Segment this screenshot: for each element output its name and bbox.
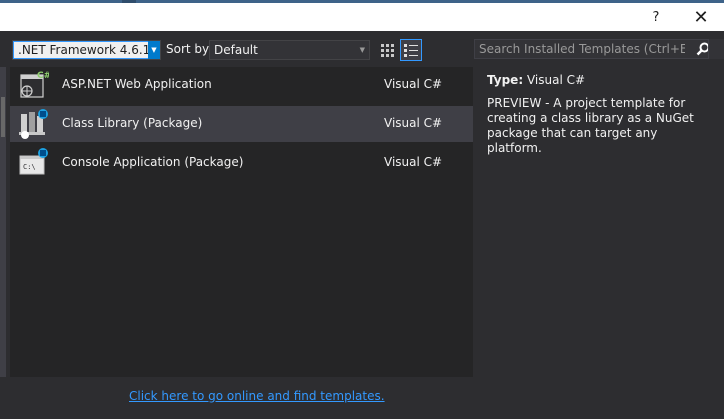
template-language: Visual C# — [384, 77, 443, 91]
framework-dropdown[interactable]: .NET Framework 4.6.1 ▼ — [12, 40, 161, 60]
class-library-package-icon — [19, 109, 48, 139]
search-input[interactable] — [475, 40, 685, 58]
template-language: Visual C# — [384, 116, 443, 130]
search-dropdown-button[interactable] — [708, 39, 724, 59]
category-tree-scrollbar[interactable] — [0, 67, 6, 417]
find-templates-online-link[interactable]: Click here to go online and find templat… — [129, 389, 385, 403]
template-row-class-library-package[interactable]: Class Library (Package) Visual C# — [10, 106, 473, 142]
search-templates-box[interactable] — [474, 39, 713, 59]
small-icons-view-button[interactable] — [376, 39, 398, 61]
small-icons-view-icon — [381, 44, 394, 57]
framework-dropdown-value: .NET Framework 4.6.1 — [13, 41, 149, 59]
chevron-down-icon: ▼ — [359, 46, 365, 54]
template-name: ASP.NET Web Application — [62, 77, 212, 91]
template-description: PREVIEW - A project template for creatin… — [487, 96, 694, 155]
new-project-dialog-body: .NET Framework 4.6.1 ▼ Sort by: Default … — [0, 31, 724, 419]
type-key-label: Type: — [487, 73, 524, 87]
template-type-line: Type: Visual C# — [487, 72, 712, 88]
template-row-console-application-package[interactable]: C:\ Console Application (Package) Visual… — [10, 145, 473, 181]
list-view-button[interactable] — [400, 39, 422, 61]
svg-text:C:\: C:\ — [23, 163, 36, 171]
close-button[interactable]: ✕ — [683, 3, 719, 31]
console-app-package-icon: C:\ — [19, 148, 48, 175]
sort-by-value: Default — [214, 43, 258, 57]
template-row-aspnet-web-application[interactable]: C# ASP.NET Web Application Visual C# — [10, 67, 473, 103]
template-list: C# ASP.NET Web Application Visual C# Cla… — [10, 67, 473, 377]
scrollbar-thumb[interactable] — [1, 97, 5, 137]
template-details-pane: Type: Visual C# PREVIEW - A project temp… — [475, 67, 724, 377]
help-button[interactable]: ? — [638, 3, 674, 31]
template-name: Console Application (Package) — [62, 155, 244, 169]
type-value: Visual C# — [526, 73, 586, 87]
sort-by-label: Sort by: — [166, 42, 213, 56]
template-language: Visual C# — [384, 155, 443, 169]
aspnet-web-app-icon: C# — [20, 71, 49, 98]
chevron-down-icon[interactable]: ▼ — [148, 41, 160, 59]
template-name: Class Library (Package) — [62, 116, 203, 130]
dialog-titlebar: ? ✕ — [0, 3, 724, 31]
svg-text:C#: C# — [37, 71, 49, 81]
sort-by-dropdown[interactable]: Default ▼ — [209, 40, 370, 60]
list-view-icon — [404, 44, 418, 57]
